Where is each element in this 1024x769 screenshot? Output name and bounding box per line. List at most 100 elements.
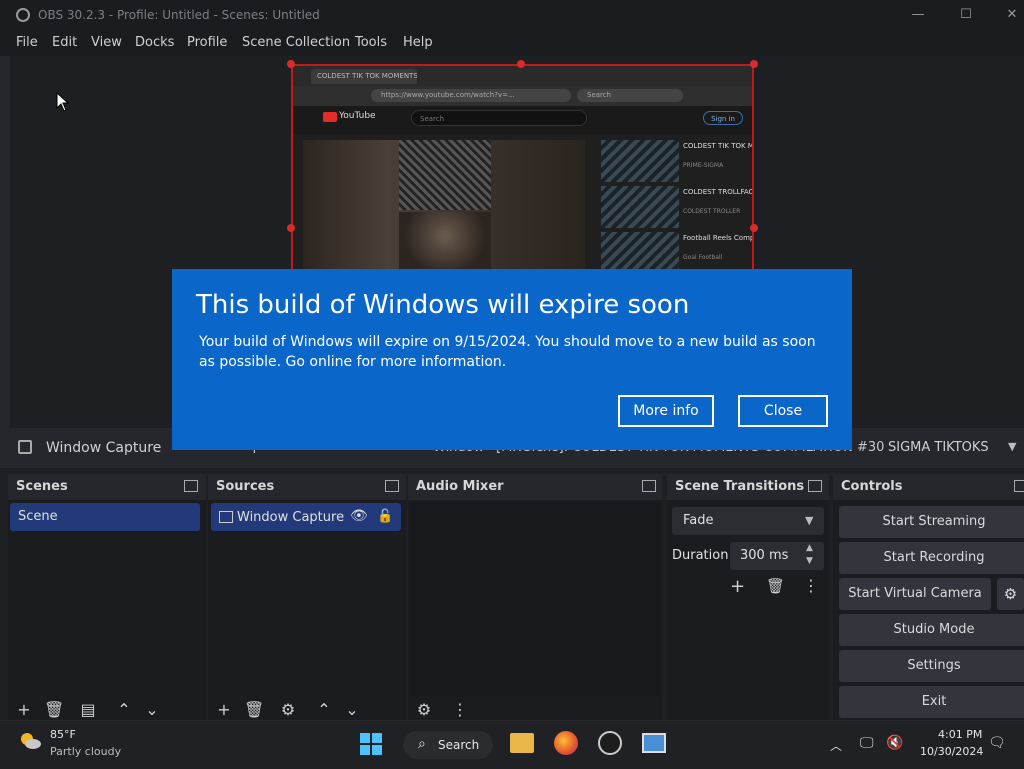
audio-mixer-title: Audio Mixer xyxy=(416,479,504,494)
recommended-sub: Goal Football xyxy=(683,254,723,261)
recommended-title: COLDEST TIK TOK MOMENTS... xyxy=(683,142,754,150)
more-icon[interactable]: ⋮ xyxy=(450,700,470,720)
clock-time[interactable]: 4:01 PM xyxy=(938,728,982,741)
menu-scene-collection[interactable]: Scene Collection xyxy=(242,35,350,50)
firefox-icon[interactable] xyxy=(554,731,578,755)
partly-cloudy-icon xyxy=(18,731,42,751)
add-source-icon[interactable]: + xyxy=(214,700,234,720)
browser-tab: COLDEST TIK TOK MOMENTS xyxy=(311,69,417,84)
chevron-up-icon[interactable]: ︿ xyxy=(830,737,842,754)
recommended-title: COLDEST TROLLFACE xyxy=(683,188,754,196)
more-icon[interactable]: ⋮ xyxy=(803,576,819,595)
exit-button[interactable]: Exit xyxy=(839,686,1024,718)
youtube-logo-icon xyxy=(323,112,337,122)
obs-taskbar-icon[interactable] xyxy=(598,731,622,755)
menu-view[interactable]: View xyxy=(91,35,122,50)
taskbar-search-label: Search xyxy=(438,738,480,752)
browser-url-field: https://www.youtube.com/watch?v=... xyxy=(371,89,571,102)
transition-select-value: Fade xyxy=(683,513,714,528)
scene-transitions-title: Scene Transitions xyxy=(675,479,805,494)
filter-icon[interactable]: ▤ xyxy=(78,700,98,720)
chevron-up-icon[interactable]: ⌃ xyxy=(314,700,334,720)
notification-icon[interactable]: 🗨 xyxy=(988,735,1006,751)
gear-icon[interactable]: ⚙ xyxy=(278,700,298,720)
chevron-down-icon[interactable]: ⌄ xyxy=(142,700,162,720)
lock-icon[interactable]: 🔓 xyxy=(377,509,393,524)
weather-desc[interactable]: Partly cloudy xyxy=(50,745,121,758)
float-dock-icon[interactable] xyxy=(184,480,198,492)
duration-stepper-icon[interactable]: ▲ ▼ xyxy=(806,542,813,568)
browser-search-field: Search xyxy=(577,89,683,102)
gear-icon[interactable]: ⚙ xyxy=(997,578,1024,610)
video-inset-top xyxy=(399,140,491,210)
controls-title: Controls xyxy=(841,479,903,494)
recommended-sub: COLDEST TROLLER xyxy=(683,208,741,215)
recommended-thumb xyxy=(601,232,679,274)
float-dock-icon[interactable] xyxy=(642,480,656,492)
source-item-label: Window Capture xyxy=(237,510,345,525)
video-inset-bottom xyxy=(399,212,491,272)
youtube-search: Search xyxy=(411,110,587,126)
scene-item-label: Scene xyxy=(18,509,58,524)
more-info-button[interactable]: More info xyxy=(618,395,714,427)
close-window-button[interactable]: ✕ xyxy=(1002,6,1022,24)
resize-handle[interactable] xyxy=(750,60,758,68)
close-dialog-button[interactable]: Close xyxy=(738,395,828,427)
menu-profile[interactable]: Profile xyxy=(187,35,227,50)
dialog-title: This build of Windows will expire soon xyxy=(196,290,690,320)
float-dock-icon[interactable] xyxy=(385,480,399,492)
duration-label: Duration xyxy=(672,548,729,563)
recommended-title: Football Reels Compilation xyxy=(683,234,754,242)
mouse-cursor-icon xyxy=(56,92,70,112)
app-window-icon[interactable] xyxy=(642,733,666,753)
settings-button[interactable]: Settings xyxy=(839,650,1024,682)
duration-value: 300 ms xyxy=(740,548,789,563)
menu-edit[interactable]: Edit xyxy=(52,35,77,50)
start-virtual-camera-button[interactable]: Start Virtual Camera xyxy=(839,578,991,610)
chevron-up-icon[interactable]: ⌃ xyxy=(114,700,134,720)
preview-left-strip xyxy=(0,56,10,428)
maximize-button[interactable]: ☐ xyxy=(956,6,976,24)
trash-icon[interactable]: 🗑 xyxy=(44,700,64,720)
recommended-thumb xyxy=(601,186,679,228)
add-transition-icon[interactable]: + xyxy=(730,576,745,597)
window-capture-icon xyxy=(219,511,233,523)
sources-title: Sources xyxy=(216,479,275,494)
resize-handle[interactable] xyxy=(287,224,295,232)
source-toolbar-label: Window Capture xyxy=(46,440,162,456)
menu-help[interactable]: Help xyxy=(403,35,433,50)
float-dock-icon[interactable] xyxy=(808,480,822,492)
studio-mode-button[interactable]: Studio Mode xyxy=(839,614,1024,646)
youtube-name: YouTube xyxy=(339,111,376,121)
resize-handle[interactable] xyxy=(750,224,758,232)
resize-handle[interactable] xyxy=(287,60,295,68)
start-recording-button[interactable]: Start Recording xyxy=(839,542,1024,574)
window-select-tail: SIGMA TIKTOKS xyxy=(888,440,989,455)
add-scene-icon[interactable]: + xyxy=(14,700,34,720)
trash-icon[interactable]: 🗑 xyxy=(766,577,785,595)
chevron-down-icon[interactable]: ▼ xyxy=(1008,440,1016,453)
float-dock-icon[interactable] xyxy=(1014,480,1024,492)
weather-temp[interactable]: 85°F xyxy=(50,728,76,741)
menu-docks[interactable]: Docks xyxy=(135,35,174,50)
minimize-button[interactable]: — xyxy=(908,6,928,24)
recommended-thumb xyxy=(601,140,679,182)
network-icon[interactable]: 🖵 xyxy=(860,735,874,751)
gear-icon[interactable]: ⚙ xyxy=(414,700,434,720)
menu-tools[interactable]: Tools xyxy=(355,35,387,50)
dialog-body: Your build of Windows will expire on 9/1… xyxy=(199,334,816,370)
eye-icon[interactable]: 👁 xyxy=(350,508,368,524)
clock-date[interactable]: 10/30/2024 xyxy=(920,745,983,758)
resize-handle[interactable] xyxy=(517,60,525,68)
window-capture-icon xyxy=(18,440,32,454)
chevron-down-icon: ▼ xyxy=(805,514,814,527)
youtube-signin: Sign in xyxy=(703,111,743,125)
volume-muted-icon[interactable]: 🔇 xyxy=(886,735,903,751)
chevron-down-icon[interactable]: ⌄ xyxy=(342,700,362,720)
trash-icon[interactable]: 🗑 xyxy=(244,700,264,720)
start-streaming-button[interactable]: Start Streaming xyxy=(839,506,1024,538)
file-explorer-icon[interactable] xyxy=(510,733,534,753)
scenes-title: Scenes xyxy=(16,479,68,494)
menu-file[interactable]: File xyxy=(16,35,38,50)
windows-start-icon[interactable] xyxy=(360,733,382,755)
